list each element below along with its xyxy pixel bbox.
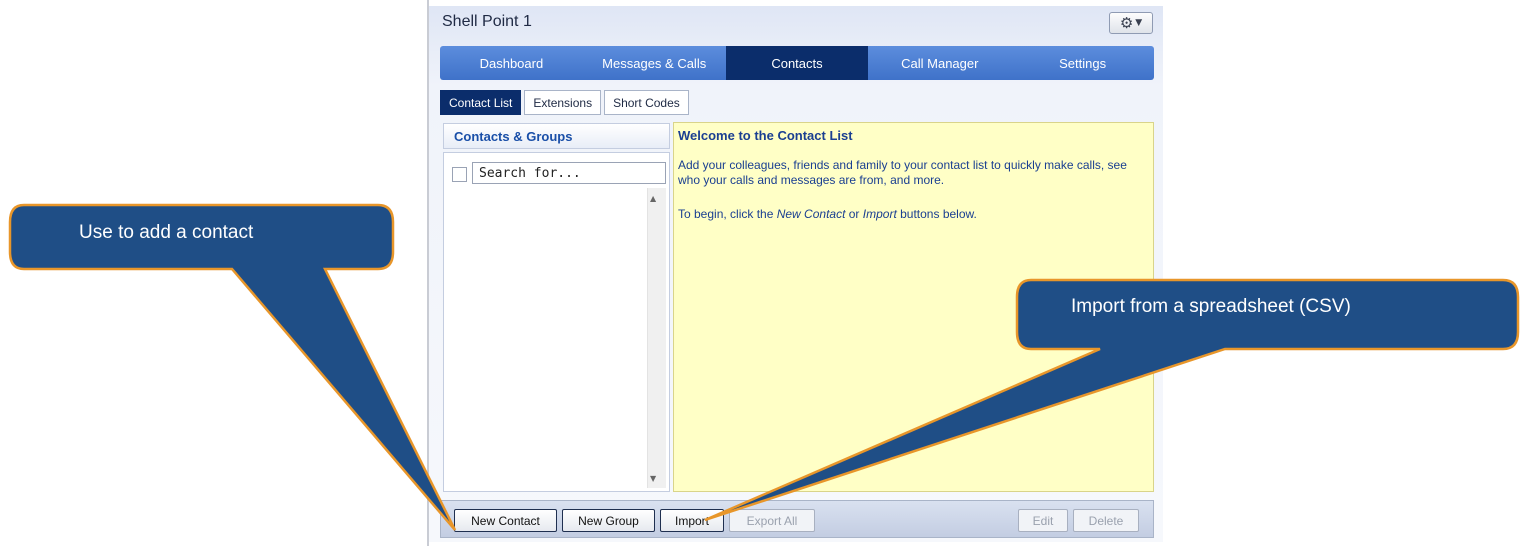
callout-import-csv: Import from a spreadsheet (CSV) (1071, 296, 1351, 317)
callout-overlay (8, 203, 1520, 531)
callout-add-contact: Use to add a contact (79, 222, 254, 243)
callout-add-contact-shape (8, 203, 457, 531)
